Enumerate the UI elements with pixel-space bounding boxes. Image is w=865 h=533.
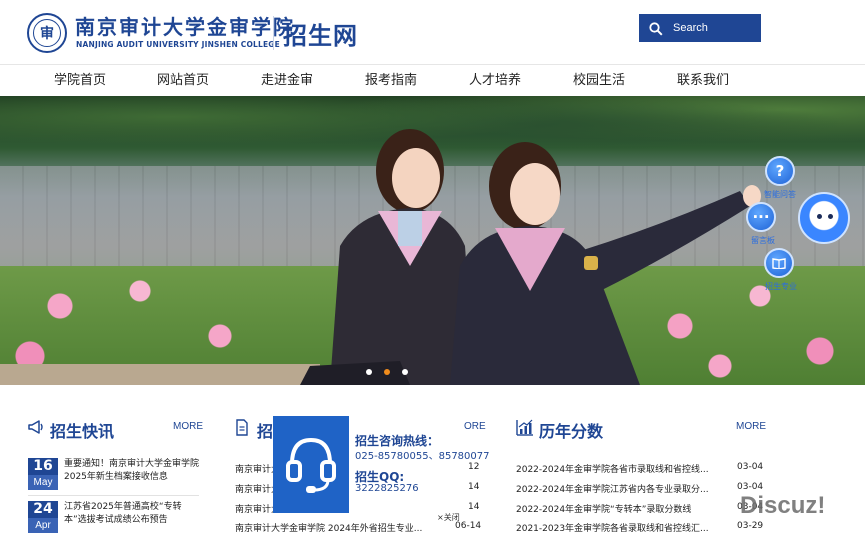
- page: 审 南京审计大学金审学院 NANJING AUDIT UNIVERSITY JI…: [0, 0, 865, 533]
- college-seal-logo[interactable]: 审: [27, 13, 67, 53]
- news-date-badge: 24 Apr: [28, 501, 58, 533]
- chart-icon: [516, 419, 533, 436]
- tool-label-majors: 招生专业: [765, 282, 797, 291]
- news-title[interactable]: 重要通知！南京审计大学金审学院2025年新生档案接收信息: [64, 458, 204, 490]
- list-item[interactable]: 2022-2024年金审学院江苏省内各专业录取分...: [516, 482, 709, 495]
- news-more-link[interactable]: MORE: [173, 421, 203, 432]
- news-month: May: [28, 475, 58, 490]
- chat-icon[interactable]: ···: [746, 202, 776, 232]
- nav-item-site-home[interactable]: 网站首页: [138, 65, 228, 97]
- news-item[interactable]: 24 Apr 江苏省2025年普通高校“专转本”选拔考试成绩公布预告: [28, 501, 204, 533]
- college-name-en: NANJING AUDIT UNIVERSITY JINSHEN COLLEGE: [76, 40, 280, 49]
- tool-label-qa: 智能问答: [764, 190, 796, 199]
- college-name-cn: 南京审计大学金审学院: [75, 15, 295, 39]
- discuz-watermark: Discuz!: [740, 492, 826, 519]
- nav-item-contact[interactable]: 联系我们: [658, 65, 748, 97]
- scores-more-link[interactable]: MORE: [736, 421, 766, 432]
- news-day: 16: [28, 458, 58, 475]
- list-item-date: 03-04: [737, 482, 764, 492]
- middle-more-link[interactable]: ORE: [464, 421, 486, 432]
- list-item-date: 14: [468, 482, 480, 492]
- robot-assistant-icon[interactable]: [798, 192, 850, 244]
- banner-dot-1[interactable]: [366, 369, 372, 375]
- banner-dot-2[interactable]: [384, 369, 390, 375]
- nav-item-talent-training[interactable]: 人才培养: [450, 65, 540, 97]
- megaphone-icon: [28, 420, 43, 434]
- tool-label-message: 留言板: [751, 236, 775, 245]
- list-item[interactable]: 2022-2024年金审学院“专转本”录取分数线: [516, 502, 691, 515]
- logo-divider: [273, 16, 274, 50]
- news-section-title: 招生快讯: [50, 422, 115, 441]
- news-date-badge: 16 May: [28, 458, 58, 490]
- list-item-date: 12: [468, 462, 480, 472]
- headset-icon[interactable]: [273, 416, 349, 513]
- popup-close-button[interactable]: ×关闭: [437, 512, 460, 523]
- list-item-date: 03-04: [737, 462, 764, 472]
- list-item[interactable]: 2022-2024年金审学院各省市录取线和省控线...: [516, 462, 709, 475]
- middle-section-title: 招: [257, 422, 274, 441]
- list-item-date: 03-29: [737, 521, 764, 531]
- news-title[interactable]: 江苏省2025年普通高校“专转本”选拔考试成绩公布预告: [64, 501, 204, 533]
- banner-pagination: [366, 369, 408, 375]
- robot-eye-left: [817, 214, 822, 219]
- nav-item-campus-life[interactable]: 校园生活: [554, 65, 644, 97]
- nav-item-college-home[interactable]: 学院首页: [35, 65, 125, 97]
- qq-number: 3222825276: [355, 483, 419, 494]
- list-item[interactable]: 2021-2023年金审学院各省录取线和省控线汇...: [516, 521, 709, 533]
- search-icon[interactable]: [649, 21, 663, 36]
- question-icon[interactable]: ?: [765, 156, 795, 186]
- news-month: Apr: [28, 518, 58, 533]
- hotline-numbers: 025-85780055、85780077: [355, 451, 490, 462]
- site-name: 招生网: [283, 22, 358, 50]
- search-box: [639, 14, 761, 42]
- nav-item-admission-guide[interactable]: 报考指南: [346, 65, 436, 97]
- list-item-date: 14: [468, 502, 480, 512]
- hero-banner[interactable]: ? 智能问答 ··· 留言板 招生专业: [0, 96, 865, 385]
- header: 审 南京审计大学金审学院 NANJING AUDIT UNIVERSITY JI…: [0, 0, 865, 64]
- nav-item-about[interactable]: 走进金审: [242, 65, 332, 97]
- list-item[interactable]: 南京审计大学金审学院 2024年外省招生专业...: [235, 521, 422, 533]
- search-input[interactable]: [673, 22, 753, 34]
- news-item[interactable]: 16 May 重要通知！南京审计大学金审学院2025年新生档案接收信息: [28, 458, 204, 490]
- news-day: 24: [28, 501, 58, 518]
- news-divider: [28, 495, 199, 496]
- robot-eye-right: [828, 214, 833, 219]
- main-nav: 学院首页 网站首页 走进金审 报考指南 人才培养 校园生活 联系我们: [0, 64, 865, 96]
- graduates-photo: [300, 129, 761, 385]
- banner-dot-3[interactable]: [402, 369, 408, 375]
- document-icon: [236, 419, 248, 436]
- book-icon[interactable]: [764, 248, 794, 278]
- scores-section-title: 历年分数: [539, 422, 604, 441]
- seal-inner-icon: 审: [33, 19, 61, 47]
